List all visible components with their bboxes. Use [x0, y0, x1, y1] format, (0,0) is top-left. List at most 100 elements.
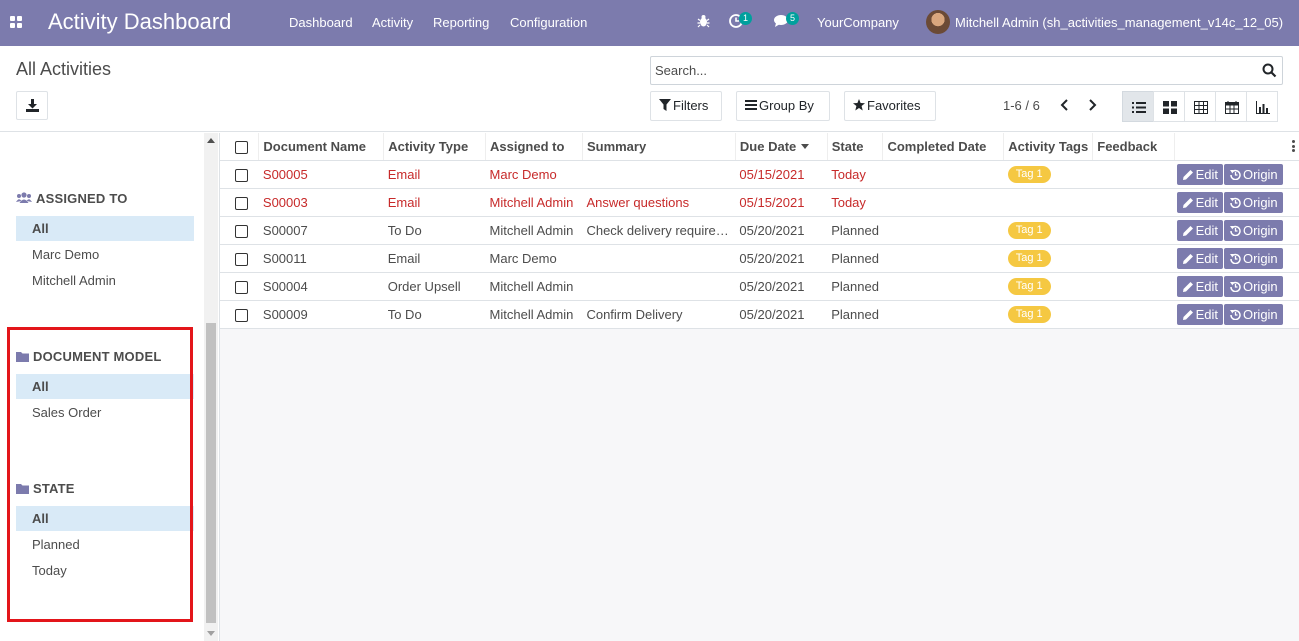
chevron-right-icon[interactable] — [1085, 97, 1099, 113]
row-checkbox[interactable] — [235, 196, 248, 210]
table-row[interactable]: S00004 Order Upsell Mitchell Admin 05/20/20… — [220, 272, 1299, 301]
pencil-icon — [1182, 309, 1193, 320]
history-icon — [1229, 225, 1241, 236]
cell-due-date: 05/20/2021 — [735, 300, 828, 329]
cell-activity-tags: Tag 1 — [1003, 300, 1093, 329]
col-state[interactable]: State — [827, 133, 884, 161]
cell-activity-type: Email — [383, 188, 486, 217]
cell-document-name: S00004 — [258, 272, 384, 301]
col-due-date[interactable]: Due Date — [735, 133, 828, 161]
cell-document-name: S00009 — [258, 300, 384, 329]
col-document-name[interactable]: Document Name — [258, 133, 385, 161]
cell-assigned-to: Mitchell Admin — [485, 272, 583, 301]
row-checkbox[interactable] — [235, 280, 248, 294]
edit-label: Edit — [1195, 250, 1218, 266]
download-button[interactable] — [16, 91, 48, 120]
select-all-checkbox[interactable] — [235, 140, 248, 154]
cell-completed-date — [882, 160, 1004, 189]
table-row[interactable]: S00011 Email Marc Demo 05/20/2021 Planned Tag… — [220, 244, 1299, 273]
edit-button[interactable]: Edit — [1176, 247, 1223, 269]
menu-activity[interactable]: Activity — [372, 15, 413, 30]
menu-dashboard[interactable]: Dashboard — [289, 15, 353, 30]
cell-activity-type: Email — [383, 244, 486, 273]
scroll-up-arrow[interactable] — [207, 138, 215, 143]
activity-tag-badge: Tag 1 — [1007, 278, 1051, 295]
filter-assigned-marc-demo[interactable]: Marc Demo — [16, 242, 194, 267]
search-icon[interactable] — [1262, 63, 1277, 78]
cell-document-name: S00005 — [258, 160, 384, 189]
col-activity-type[interactable]: Activity Type — [383, 133, 487, 161]
origin-button[interactable]: Origin — [1223, 163, 1283, 185]
col-assigned-to[interactable]: Assigned to — [485, 133, 583, 161]
table-header: Document Name Activity Type Assigned to … — [220, 133, 1299, 161]
optional-columns-icon[interactable] — [1292, 140, 1295, 152]
filter-assigned-all[interactable]: All — [16, 216, 194, 241]
table-row[interactable]: S00007 To Do Mitchell Admin Check delivery … — [220, 216, 1299, 245]
origin-button[interactable]: Origin — [1223, 191, 1283, 213]
kanban-view-button[interactable] — [1153, 91, 1185, 122]
users-icon — [16, 192, 32, 203]
cell-summary: Check delivery require… — [582, 216, 736, 245]
highlight-box — [7, 327, 193, 622]
col-completed-date[interactable]: Completed Date — [882, 133, 1005, 161]
cell-completed-date — [882, 216, 1004, 245]
row-checkbox[interactable] — [235, 168, 248, 182]
origin-button[interactable]: Origin — [1223, 303, 1283, 325]
pivot-view-button[interactable] — [1184, 91, 1216, 122]
origin-button[interactable]: Origin — [1223, 275, 1283, 297]
table-row[interactable]: S00003 Email Mitchell Admin Answer question… — [220, 188, 1299, 217]
cell-state: Planned — [827, 216, 883, 245]
top-navbar: Activity Dashboard Dashboard Activity Re… — [0, 0, 1299, 46]
menu-reporting[interactable]: Reporting — [433, 15, 489, 30]
row-checkbox[interactable] — [235, 252, 248, 266]
col-feedback[interactable]: Feedback — [1092, 133, 1176, 161]
cell-assigned-to: Marc Demo — [485, 160, 583, 189]
filter-assigned-mitchell-admin[interactable]: Mitchell Admin — [16, 268, 194, 293]
edit-button[interactable]: Edit — [1176, 219, 1223, 241]
pencil-icon — [1182, 169, 1193, 180]
company-switcher[interactable]: YourCompany — [817, 15, 899, 30]
debug-bug-icon[interactable] — [697, 14, 710, 28]
table-row[interactable]: S00009 To Do Mitchell Admin Confirm Deliver… — [220, 300, 1299, 329]
menu-configuration[interactable]: Configuration — [510, 15, 587, 30]
control-panel: All Activities Filters Group By Favorite… — [0, 46, 1299, 132]
origin-label: Origin — [1242, 166, 1278, 182]
user-menu[interactable]: Mitchell Admin (sh_activities_management… — [955, 15, 1283, 30]
graph-view-button[interactable] — [1246, 91, 1278, 122]
cell-completed-date — [882, 244, 1004, 273]
edit-button[interactable]: Edit — [1176, 163, 1223, 185]
star-icon — [853, 99, 865, 111]
cell-document-name: S00007 — [258, 216, 384, 245]
col-activity-tags[interactable]: Activity Tags — [1003, 133, 1094, 161]
cell-feedback — [1092, 188, 1175, 217]
sidebar-scrollbar[interactable] — [204, 133, 218, 641]
row-checkbox[interactable] — [235, 224, 248, 238]
scroll-down-arrow[interactable] — [207, 631, 215, 636]
row-checkbox[interactable] — [235, 308, 248, 322]
table-row[interactable]: S00005 Email Marc Demo 05/15/2021 Today Tag 1… — [220, 160, 1299, 189]
apps-menu-icon[interactable] — [10, 16, 23, 29]
bar-chart-icon — [1256, 101, 1270, 114]
col-summary[interactable]: Summary — [582, 133, 736, 161]
activity-count-badge: 1 — [739, 12, 753, 25]
user-avatar[interactable] — [926, 10, 950, 34]
edit-button[interactable]: Edit — [1176, 191, 1223, 213]
cell-activity-tags: Tag 1 — [1003, 244, 1093, 273]
list-view-button[interactable] — [1122, 91, 1154, 122]
favorites-button[interactable]: Favorites — [844, 91, 936, 121]
search-bar[interactable] — [650, 56, 1283, 85]
cell-completed-date — [882, 300, 1004, 329]
chevron-left-icon[interactable] — [1058, 97, 1072, 113]
filters-button[interactable]: Filters — [650, 91, 722, 121]
scrollbar-thumb[interactable] — [206, 323, 216, 623]
group-by-button[interactable]: Group By — [736, 91, 830, 121]
edit-button[interactable]: Edit — [1176, 303, 1223, 325]
calendar-view-button[interactable] — [1215, 91, 1247, 122]
origin-button[interactable]: Origin — [1223, 219, 1283, 241]
origin-button[interactable]: Origin — [1223, 247, 1283, 269]
pager-value[interactable]: 1-6 / 6 — [1003, 98, 1040, 113]
activity-tag-badge: Tag 1 — [1007, 306, 1051, 323]
search-input[interactable] — [655, 63, 1245, 78]
cell-activity-type: To Do — [383, 300, 486, 329]
edit-button[interactable]: Edit — [1176, 275, 1223, 297]
